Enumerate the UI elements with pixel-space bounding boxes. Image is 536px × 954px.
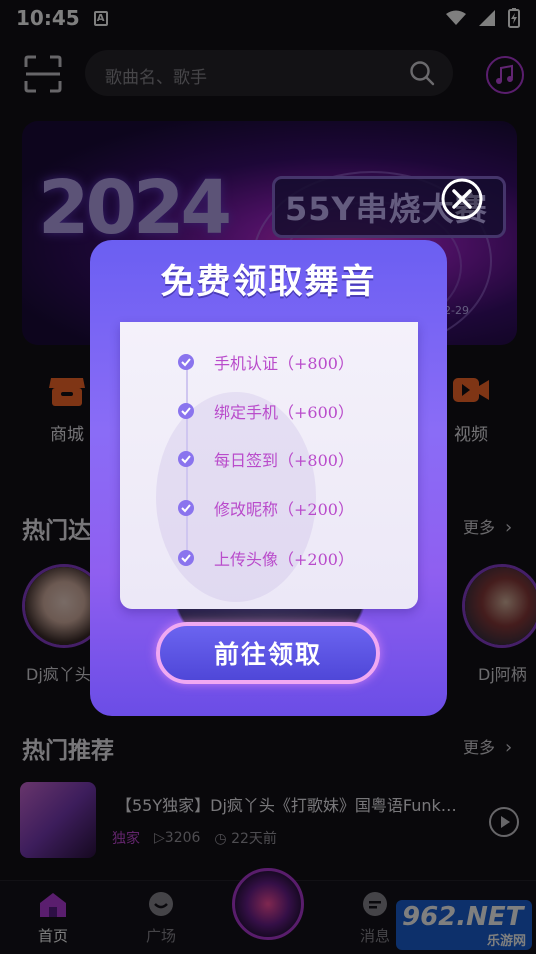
task-item[interactable]: 上传头像（+200） <box>178 547 354 569</box>
popup-title: 免费领取舞音 <box>160 262 377 302</box>
task-label: 手机认证（+800） <box>214 354 354 373</box>
task-label: 上传头像（+200） <box>214 550 354 569</box>
check-icon <box>178 403 194 419</box>
task-label: 每日签到（+800） <box>214 451 354 470</box>
task-label: 绑定手机（+600） <box>214 403 354 422</box>
task-label: 修改昵称（+200） <box>214 500 354 519</box>
check-icon <box>178 550 194 566</box>
check-icon <box>178 500 194 516</box>
claim-button[interactable]: 前往领取 <box>156 622 380 684</box>
task-item[interactable]: 绑定手机（+600） <box>178 400 354 422</box>
close-icon[interactable] <box>441 178 483 220</box>
task-item[interactable]: 修改昵称（+200） <box>178 497 354 519</box>
reward-popup: 免费领取舞音 手机认证（+800） 绑定手机（+600） 每日签到（+800） … <box>90 240 447 716</box>
check-icon <box>178 451 194 467</box>
task-item[interactable]: 每日签到（+800） <box>178 448 354 470</box>
check-icon <box>178 354 194 370</box>
task-item[interactable]: 手机认证（+800） <box>178 351 354 373</box>
